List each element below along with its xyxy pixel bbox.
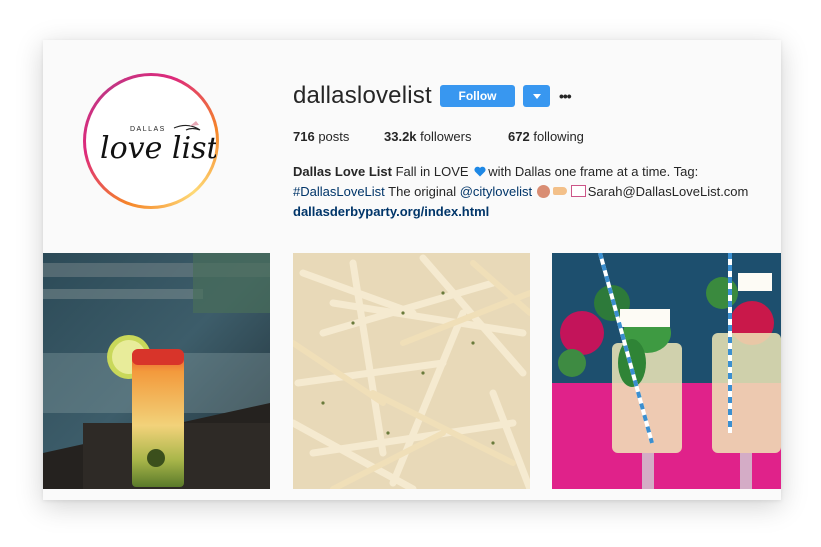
follow-dropdown-button[interactable] [523, 85, 550, 107]
love-list-logo: DALLAS love list [100, 121, 216, 166]
bio-text: Fall in LOVE [391, 164, 473, 179]
post-thumbnail-1[interactable] [43, 253, 270, 489]
bio-text-2: with Dallas one frame at a time. Tag: [488, 164, 699, 179]
bio-hashtag-link[interactable]: #DallasLoveList [293, 184, 385, 199]
bio-name: Dallas Love List [293, 164, 392, 179]
post-thumbnail-2[interactable] [293, 253, 530, 489]
post-image-fries [293, 253, 530, 489]
profile-bio: Dallas Love List Fall in LOVE with Dalla… [293, 164, 749, 219]
love-letter-icon [570, 185, 586, 197]
profile-username: dallaslovelist [293, 82, 432, 109]
post-image-cocktail [43, 253, 270, 489]
svg-text:love list: love list [100, 131, 216, 166]
post-image-mint-juleps [552, 253, 781, 489]
follow-button[interactable]: Follow [440, 85, 515, 107]
profile-avatar[interactable]: DALLAS love list [83, 73, 219, 209]
bio-mention-link[interactable]: @citylovelist [460, 184, 532, 199]
bio-email: Sarah@DallasLoveList.com [587, 184, 749, 199]
bio-website-link[interactable]: dallasderbyparty.org/index.html [293, 204, 489, 219]
stat-posts[interactable]: 716 posts [293, 129, 349, 144]
chevron-down-icon [533, 94, 541, 99]
profile-card: DALLAS love list dallaslovelist Follow •… [43, 40, 781, 500]
post-thumbnail-3[interactable] [552, 253, 781, 489]
pointing-hand-icon [552, 187, 567, 195]
blue-heart-icon [474, 166, 486, 177]
stat-followers[interactable]: 33.2k followers [384, 129, 471, 144]
more-horizontal-icon[interactable]: ••• [559, 88, 572, 104]
woman-emoji-icon [536, 185, 550, 198]
stat-following[interactable]: 672 following [508, 129, 584, 144]
